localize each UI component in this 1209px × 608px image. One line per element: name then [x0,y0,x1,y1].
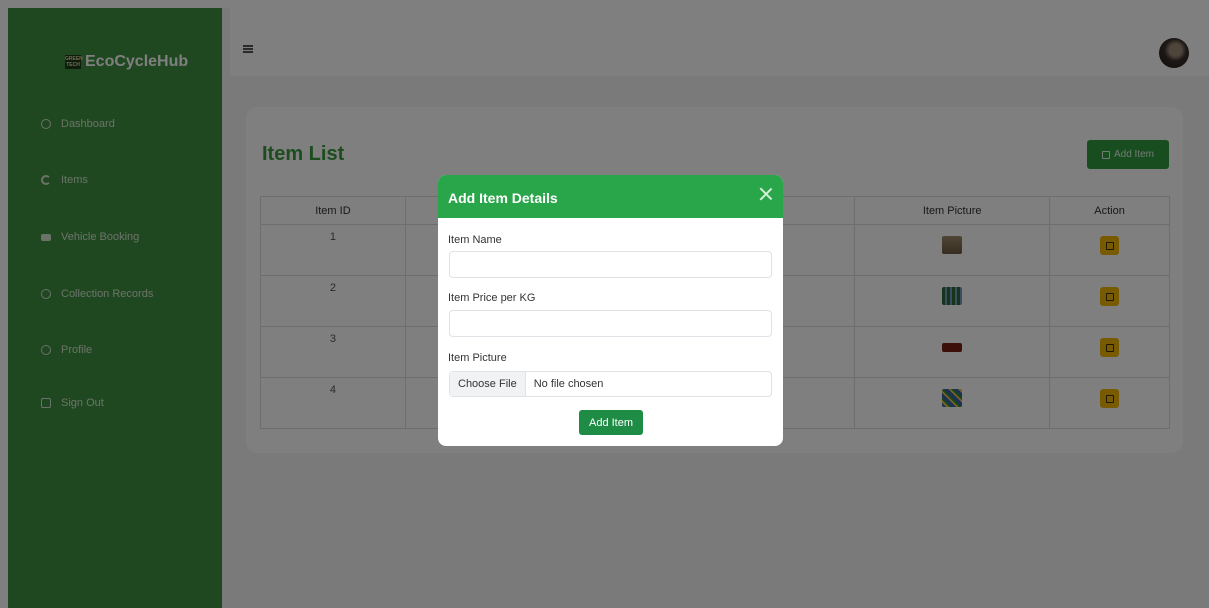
close-icon[interactable] [759,187,773,201]
item-name-label: Item Name [448,234,502,246]
choose-file-button[interactable]: Choose File [450,372,526,396]
file-status-text: No file chosen [533,378,604,390]
item-price-input[interactable] [449,310,772,337]
item-price-label: Item Price per KG [448,292,536,304]
submit-add-item-button[interactable]: Add Item [579,410,643,435]
modal-header: Add Item Details [438,175,783,218]
item-picture-label: Item Picture [448,352,507,364]
item-picture-file-input[interactable]: Choose File No file chosen [449,371,772,397]
item-name-input[interactable] [449,251,772,278]
modal-title: Add Item Details [448,190,558,206]
add-item-modal: Add Item Details Item Name Item Price pe… [438,175,783,446]
